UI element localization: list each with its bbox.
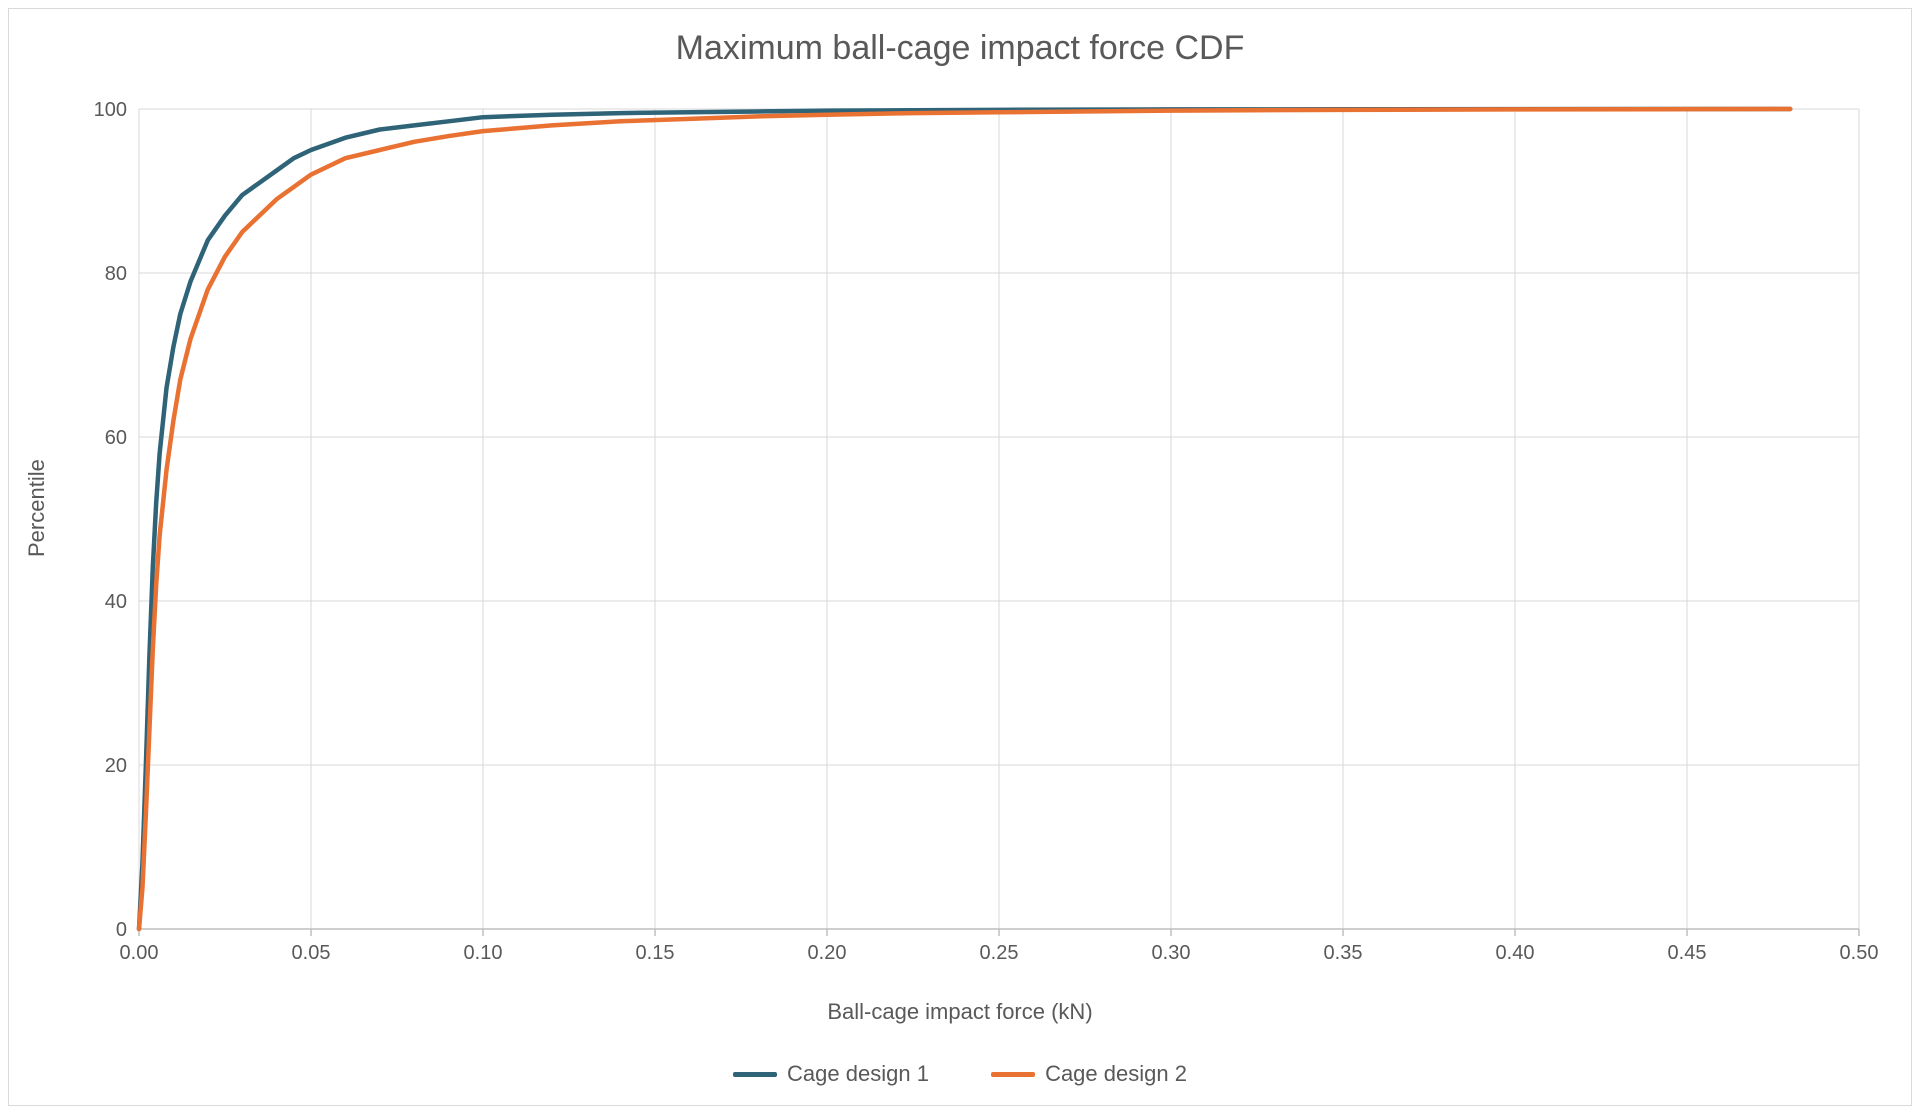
svg-text:0.50: 0.50 xyxy=(1840,942,1879,964)
svg-text:0.05: 0.05 xyxy=(292,942,331,964)
svg-text:40: 40 xyxy=(105,591,127,613)
svg-text:0.00: 0.00 xyxy=(120,942,159,964)
legend-swatch-2 xyxy=(991,1072,1035,1077)
svg-text:20: 20 xyxy=(105,755,127,777)
svg-text:60: 60 xyxy=(105,427,127,449)
svg-text:0.20: 0.20 xyxy=(808,942,847,964)
plot-area: 0.00 0.05 0.10 0.15 0.20 0.25 0.30 0.35 0.40 0.45… xyxy=(119,99,1879,969)
svg-text:0.10: 0.10 xyxy=(464,942,503,964)
y-axis-label: Percentile xyxy=(24,459,50,557)
legend-swatch-1 xyxy=(733,1072,777,1077)
svg-text:0.40: 0.40 xyxy=(1496,942,1535,964)
svg-text:0: 0 xyxy=(116,919,127,941)
svg-text:0.25: 0.25 xyxy=(980,942,1019,964)
chart-title: Maximum ball-cage impact force CDF xyxy=(9,29,1911,68)
svg-text:0.30: 0.30 xyxy=(1152,942,1191,964)
legend-item-1: Cage design 1 xyxy=(733,1061,929,1087)
legend-label-2: Cage design 2 xyxy=(1045,1061,1187,1087)
legend-label-1: Cage design 1 xyxy=(787,1061,929,1087)
svg-text:80: 80 xyxy=(105,263,127,285)
svg-text:0.35: 0.35 xyxy=(1324,942,1363,964)
legend: Cage design 1 Cage design 2 xyxy=(9,1057,1911,1088)
x-axis-label: Ball-cage impact force (kN) xyxy=(9,999,1911,1025)
chart-frame: Maximum ball-cage impact force CDF Perce… xyxy=(8,8,1912,1106)
legend-item-2: Cage design 2 xyxy=(991,1061,1187,1087)
chart-svg: 0.00 0.05 0.10 0.15 0.20 0.25 0.30 0.35 0.40 0.45… xyxy=(119,99,1879,969)
svg-text:0.45: 0.45 xyxy=(1668,942,1707,964)
svg-text:0.15: 0.15 xyxy=(636,942,675,964)
svg-text:100: 100 xyxy=(94,99,127,121)
